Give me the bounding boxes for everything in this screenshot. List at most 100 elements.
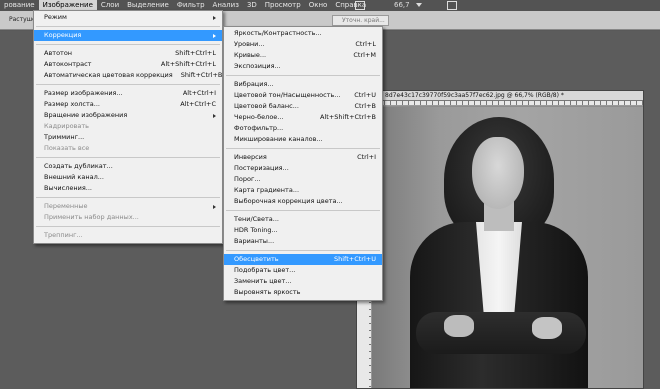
menu-separator [36,197,220,198]
image-menu-item[interactable]: Режим [34,12,222,23]
menu-item-label: Выборочная коррекция цвета... [234,197,343,205]
image-menu-item: Применить набор данных... [34,212,222,223]
image-menu-item: Переменные [34,201,222,212]
refine-edge-button[interactable]: Уточн. край... [332,15,389,26]
corrections-menu-item[interactable]: Экспозиция... [224,61,382,72]
menu-item-label: HDR Toning... [234,226,278,234]
menu-item-label: Постеризация... [234,164,289,172]
menu-3d[interactable]: 3D [243,0,261,11]
menu-item-label: Вычисления... [44,184,92,192]
menu-item-label: Кадрировать [44,122,89,130]
corrections-menu-item[interactable]: Выборочная коррекция цвета... [224,196,382,207]
image-menu-item[interactable]: Внешний канал... [34,172,222,183]
photo-hand [444,315,474,337]
corrections-menu-item[interactable]: Заменить цвет... [224,276,382,287]
menu-item-shortcut: Ctrl+M [353,51,376,59]
menu-item-label: Внешний канал... [44,173,104,181]
menu-item-label: Вращение изображения [44,111,128,119]
chevron-down-icon[interactable] [416,3,422,7]
zoom-level[interactable]: 66,7 [394,0,410,11]
document-window: 8d7e43c17c39770f59c3aa57f7ec62.jpg @ 66,… [356,90,644,389]
corrections-menu-item[interactable]: Микширование каналов... [224,134,382,145]
menu-item-shortcut: Ctrl+I [357,153,376,161]
menu-item-shortcut: Alt+Ctrl+I [182,89,216,97]
corrections-menu-item[interactable]: Цветовой тон/Насыщенность... Ctrl+U [224,90,382,101]
menu-item-label: Автоматическая цветовая коррекция [44,71,173,79]
menu-item-label: Коррекция [44,31,82,39]
menu-item-label: Тримминг... [44,133,85,141]
corrections-menu-item[interactable]: Инверсия Ctrl+I [224,152,382,163]
image-menu: Режим Коррекция Автотон Shift+Ctrl+L Автокон… [33,10,223,244]
menu-view[interactable]: Просмотр [261,0,305,11]
menu-item-label: Заменить цвет... [234,277,292,285]
menu-item-label: Показать все [44,144,90,152]
menu-item-shortcut: Alt+Ctrl+C [180,100,216,108]
photo-hand [532,317,562,339]
screen-mode-icon[interactable] [355,1,365,10]
menu-item-label: Автотон [44,49,73,57]
image-menu-item[interactable]: Размер изображения... Alt+Ctrl+I [34,88,222,99]
submenu-arrow-icon [213,15,216,20]
corrections-menu-item[interactable]: Фотофильтр... [224,123,382,134]
corrections-menu-item[interactable]: HDR Toning... [224,225,382,236]
menu-item-shortcut: Ctrl+U [354,91,376,99]
menu-item-shortcut: Ctrl+B [354,102,376,110]
image-menu-item: Показать все [34,143,222,154]
photo-face [472,137,524,209]
menu-item-label: Цветовой тон/Насыщенность... [234,91,341,99]
menu-item-shortcut: Shift+Ctrl+B [180,71,223,79]
corrections-menu-item[interactable]: Уровни... Ctrl+L [224,39,382,50]
image-menu-item[interactable]: Автоматическая цветовая коррекция Shift+C… [34,70,222,81]
menu-item-label: Варианты... [234,237,275,245]
menu-separator [226,250,380,251]
image-menu-item[interactable]: Вращение изображения [34,110,222,121]
menu-item-label: Яркость/Контрастность... [234,29,322,37]
image-canvas[interactable] [372,107,643,388]
corrections-menu-item[interactable]: Порог... [224,174,382,185]
corrections-menu-item[interactable]: Цветовой баланс... Ctrl+B [224,101,382,112]
menu-item-shortcut: Shift+Ctrl+L [175,49,216,57]
menu-item-label: Тени/Света... [234,215,279,223]
menu-item-shortcut: Shift+Ctrl+U [334,255,376,263]
menu-item-label: Подобрать цвет... [234,266,296,274]
corrections-menu-item[interactable]: Выровнять яркость [224,287,382,298]
menu-item-label: Обесцветить [234,255,279,263]
corrections-menu-item[interactable]: Кривые... Ctrl+M [224,50,382,61]
image-menu-item[interactable]: Автотон Shift+Ctrl+L [34,48,222,59]
image-menu-item[interactable]: Создать дубликат... [34,161,222,172]
arrange-documents-icon[interactable] [447,1,457,10]
corrections-menu-item[interactable]: Вибрация... [224,79,382,90]
menu-item-label: Создать дубликат... [44,162,113,170]
corrections-menu-item[interactable]: Тени/Света... [224,214,382,225]
menu-item-label: Инверсия [234,153,267,161]
menu-item-label: Режим [44,13,67,21]
menu-separator [36,157,220,158]
menu-item-label: Черно-белое... [234,113,284,121]
menu-item-label: Фотофильтр... [234,124,284,132]
corrections-menu-item[interactable]: Черно-белое... Alt+Shift+Ctrl+B [224,112,382,123]
menu-item-label: Уровни... [234,40,265,48]
submenu-arrow-icon [213,113,216,118]
image-menu-item[interactable]: Вычисления... [34,183,222,194]
corrections-menu-item[interactable]: Варианты... [224,236,382,247]
menu-separator [226,210,380,211]
corrections-menu-item[interactable]: Постеризация... [224,163,382,174]
image-menu-item: Треппинг... [34,230,222,241]
corrections-menu-item[interactable]: Карта градиента... [224,185,382,196]
submenu-arrow-icon [213,33,216,38]
menu-item-label: Вибрация... [234,80,274,88]
corrections-submenu: Яркость/Контрастность... Уровни... Ctrl+L К… [223,26,383,301]
menu-item-label: Карта градиента... [234,186,300,194]
menu-window[interactable]: Окно [305,0,332,11]
corrections-menu-item[interactable]: Яркость/Контрастность... [224,28,382,39]
document-tab[interactable]: 8d7e43c17c39770f59c3aa57f7ec62.jpg @ 66,… [357,91,643,101]
menu-item-label: Размер холста... [44,100,100,108]
menu-item-label: Порог... [234,175,261,183]
menu-item-shortcut: Alt+Shift+Ctrl+B [320,113,376,121]
image-menu-item[interactable]: Размер холста... Alt+Ctrl+C [34,99,222,110]
corrections-menu-item[interactable]: Подобрать цвет... [224,265,382,276]
image-menu-item[interactable]: Автоконтраст Alt+Shift+Ctrl+L [34,59,222,70]
image-menu-item[interactable]: Тримминг... [34,132,222,143]
image-menu-item[interactable]: Коррекция [34,30,222,41]
corrections-menu-item[interactable]: Обесцветить Shift+Ctrl+U [224,254,382,265]
